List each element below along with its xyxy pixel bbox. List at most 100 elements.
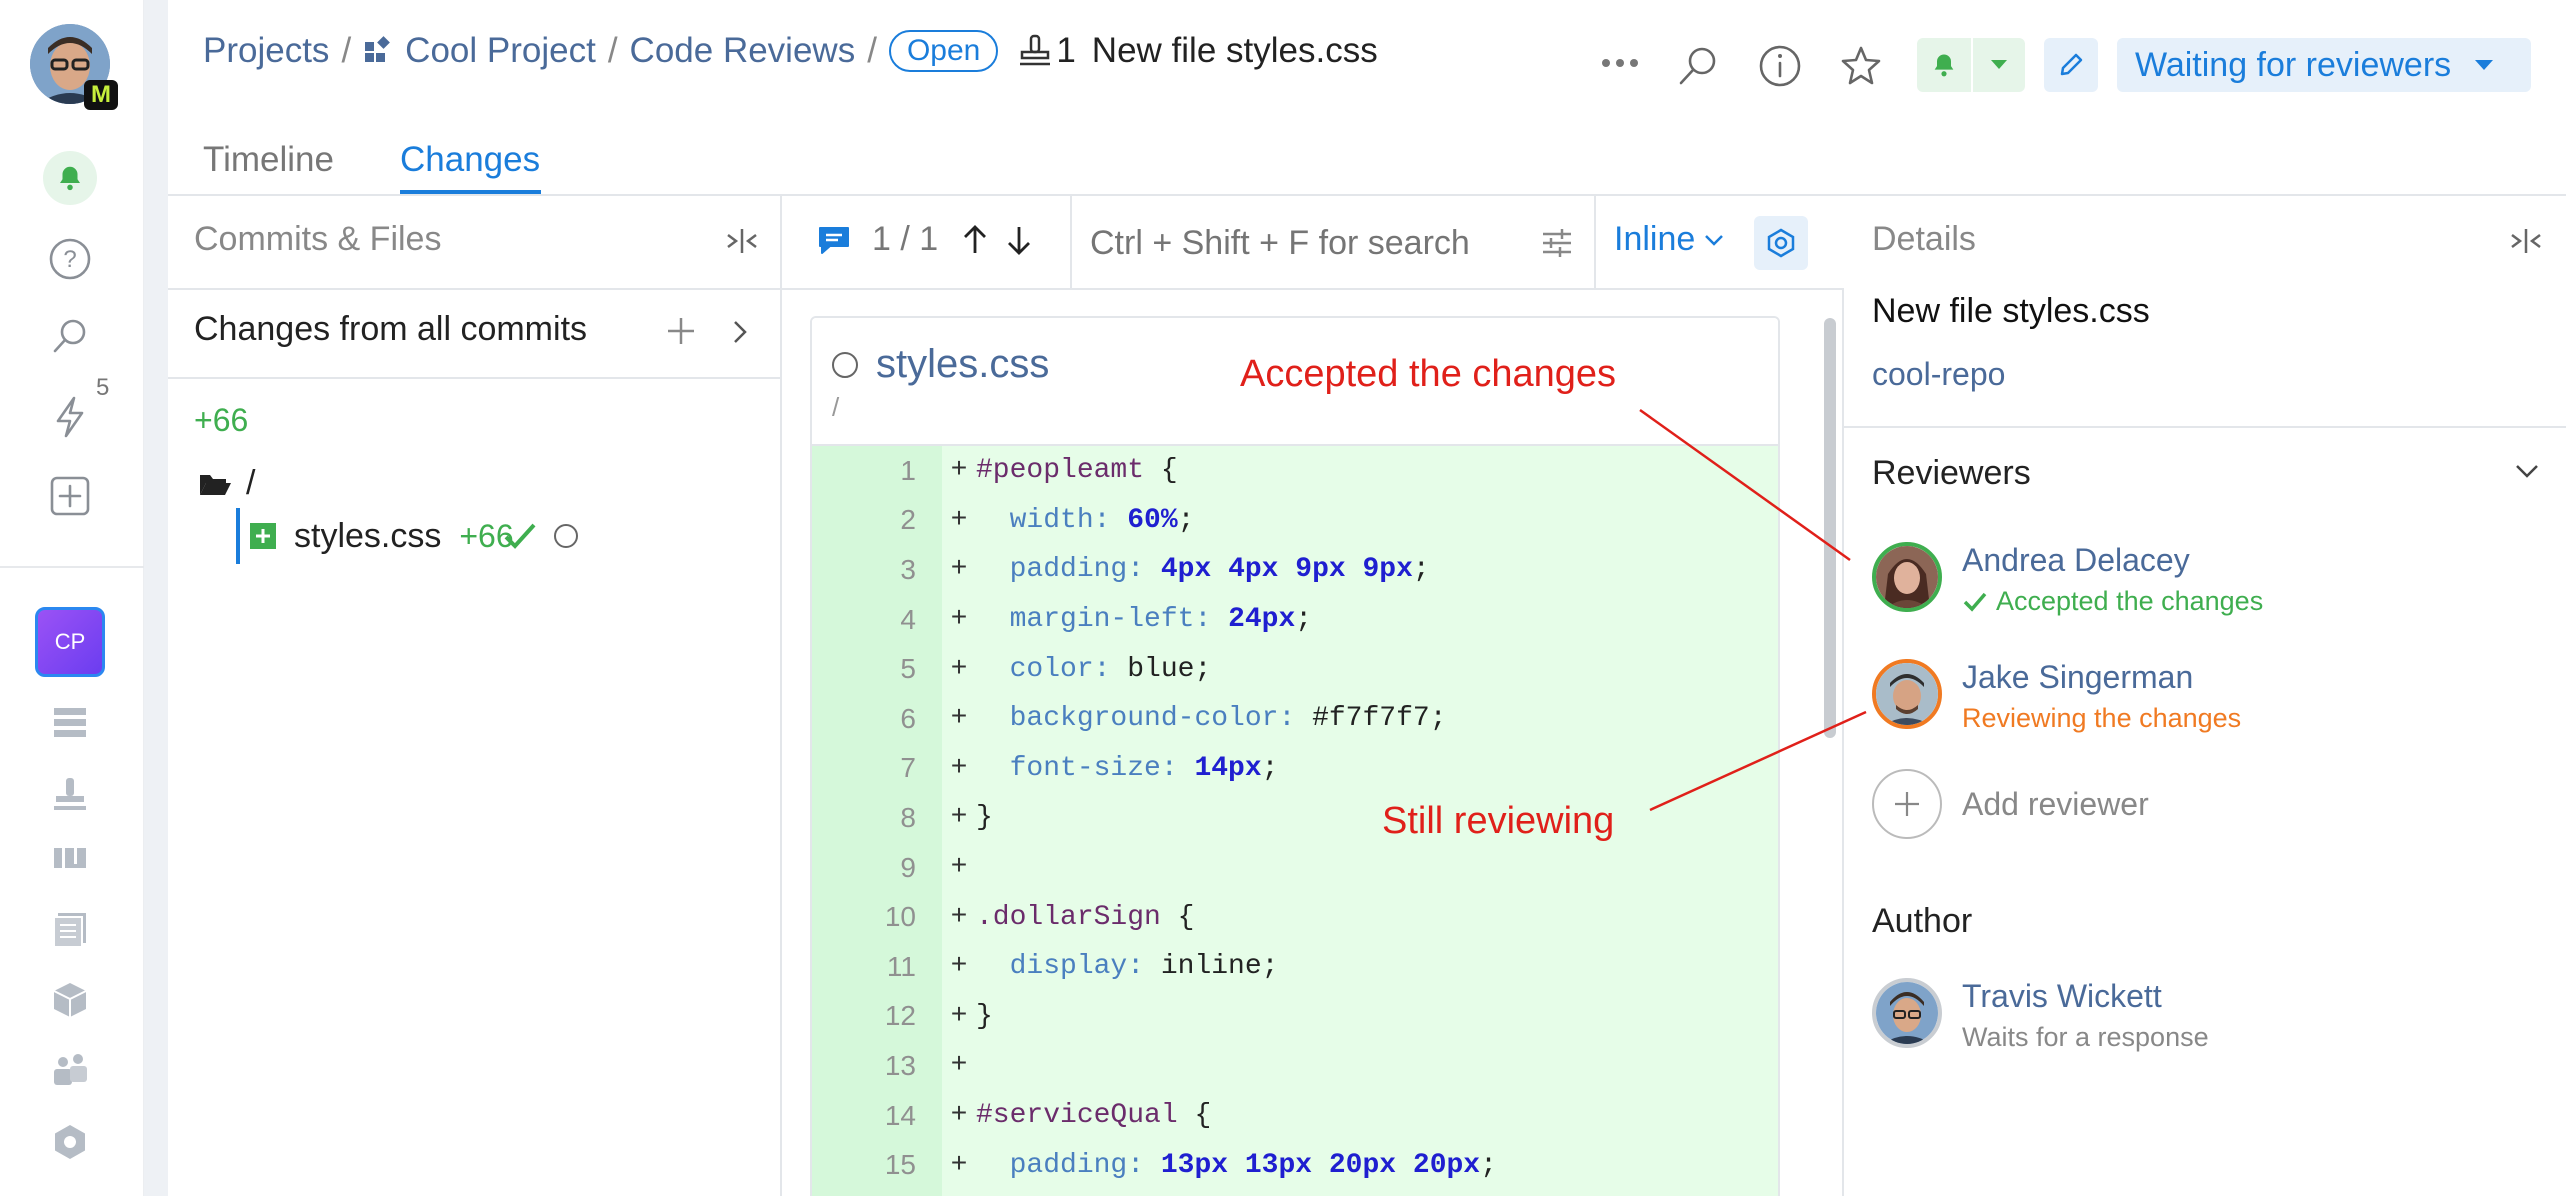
diff-line[interactable]: 13 +	[812, 1041, 1778, 1091]
status-badge: Open	[888, 30, 999, 72]
file-status-circle[interactable]	[554, 524, 578, 548]
added-marker: +	[950, 1050, 968, 1082]
edit-button[interactable]	[2044, 38, 2098, 92]
changes-from-all-commits[interactable]: Changes from all commits	[194, 310, 587, 349]
reviewers-collapse-button[interactable]	[2514, 462, 2540, 485]
diff-line[interactable]: 14 + #serviceQual {	[812, 1091, 1778, 1141]
diff-scrollbar[interactable]	[1824, 318, 1836, 738]
added-marker: +	[950, 951, 968, 983]
folder-open-icon	[200, 474, 231, 495]
collapse-panel-button[interactable]	[724, 226, 760, 261]
file-review-status-circle[interactable]	[832, 352, 858, 378]
breadcrumb-project[interactable]: Cool Project	[405, 31, 596, 71]
nav-packages[interactable]	[38, 968, 102, 1032]
breadcrumb-projects[interactable]: Projects	[203, 31, 329, 71]
diff-content: styles.css / 1 + #peopleamt {2 + width: 60%…	[782, 290, 1844, 1196]
nav-repositories[interactable]	[38, 690, 102, 754]
add-reviewer-label: Add reviewer	[1962, 785, 2149, 822]
nav-boards[interactable]	[38, 828, 102, 892]
diff-line[interactable]: 3 + padding: 4px 4px 9px 9px;	[812, 545, 1778, 595]
chevron-right-icon	[734, 321, 747, 343]
add-commit-button[interactable]	[664, 314, 698, 353]
folder-row[interactable]: /	[198, 464, 255, 503]
file-row[interactable]: styles.css +66	[236, 508, 776, 564]
line-code: margin-left: 24px;	[1009, 604, 1313, 636]
create-button[interactable]	[38, 464, 102, 528]
breadcrumb-separator: /	[341, 31, 352, 70]
diff-line[interactable]: 1 + #peopleamt {	[812, 446, 1778, 496]
review-number: 1	[1056, 31, 1076, 70]
avatar	[1872, 659, 1942, 729]
arrow-up-icon[interactable]	[960, 223, 990, 257]
reviewer-row[interactable]: Andrea Delacey Accepted the changes	[1872, 542, 2532, 626]
added-marker: +	[950, 1000, 968, 1032]
reviewer-status-text: Accepted the changes	[1996, 586, 2264, 616]
reviewer-name[interactable]: Andrea Delacey	[1962, 542, 2190, 579]
search-button[interactable]	[38, 304, 102, 368]
nav-divider	[0, 566, 144, 568]
line-code: padding: 13px 13px 20px 20px;	[1009, 1149, 1497, 1181]
author-status: Waits for a response	[1962, 1022, 2209, 1052]
breadcrumb-code-reviews[interactable]: Code Reviews	[630, 31, 856, 71]
review-state-dropdown[interactable]: Waiting for reviewers	[2117, 38, 2531, 92]
author-row[interactable]: Travis Wickett Waits for a response	[1872, 978, 2532, 1062]
diff-settings-button[interactable]	[1754, 216, 1808, 270]
nav-splitter[interactable]	[144, 0, 168, 1196]
diff-line[interactable]: 2 + width: 60%;	[812, 496, 1778, 546]
add-reviewer-button[interactable]: Add reviewer	[1872, 769, 2149, 839]
diff-line[interactable]: 15 + padding: 13px 13px 20px 20px;	[812, 1140, 1778, 1190]
collapse-details-button[interactable]	[2508, 226, 2544, 261]
star-button[interactable]	[1839, 44, 1883, 93]
breadcrumb: Projects / Cool Project / Code Reviews /…	[203, 30, 1378, 72]
comment-navigation: 1 / 1	[816, 220, 1034, 259]
project-avatar[interactable]: CP	[35, 607, 105, 677]
line-code: #peopleamt {	[976, 455, 1178, 487]
diff-line[interactable]: 10 + .dollarSign {	[812, 892, 1778, 942]
search-options-button[interactable]	[1540, 226, 1574, 265]
notifications-button[interactable]	[38, 146, 102, 210]
help-button[interactable]: ?	[38, 227, 102, 291]
diff-line[interactable]: 5 + color: blue;	[812, 644, 1778, 694]
automation-button[interactable]	[38, 385, 102, 449]
added-marker: +	[950, 802, 968, 834]
line-code: display: inline;	[1009, 951, 1279, 983]
diff-line[interactable]: 9 +	[812, 843, 1778, 893]
nav-documents[interactable]	[38, 897, 102, 961]
repository-link[interactable]: cool-repo	[1872, 356, 2005, 393]
author-name[interactable]: Travis Wickett	[1962, 978, 2162, 1015]
info-button[interactable]	[1758, 44, 1802, 93]
line-code: color: blue;	[1009, 653, 1212, 685]
added-marker: +	[950, 1149, 968, 1181]
review-stamp-icon	[1020, 34, 1051, 66]
view-mode-dropdown[interactable]: Inline	[1614, 220, 1725, 259]
svg-text:?: ?	[63, 246, 76, 273]
reviewer-row[interactable]: Jake Singerman Reviewing the changes	[1872, 659, 2532, 743]
line-number: 9	[900, 851, 916, 883]
line-number: 8	[900, 801, 916, 833]
nav-reviews[interactable]	[38, 762, 102, 826]
diff-line[interactable]: 11 + display: inline;	[812, 942, 1778, 992]
diff-search-input[interactable]	[1090, 220, 1510, 266]
diff-line[interactable]: 12 +}	[812, 992, 1778, 1042]
tab-timeline[interactable]: Timeline	[203, 140, 334, 180]
nav-team[interactable]	[38, 1038, 102, 1102]
header-search-button[interactable]	[1676, 44, 1720, 93]
select-commits-button[interactable]	[730, 318, 750, 351]
nav-settings[interactable]	[38, 1110, 102, 1174]
gear-icon	[1767, 228, 1795, 258]
diff-line[interactable]: 6 + background-color: #f7f7f7;	[812, 694, 1778, 744]
notification-subscription-button[interactable]	[1917, 38, 2025, 92]
tab-changes[interactable]: Changes	[400, 140, 540, 180]
more-options-button[interactable]	[1598, 46, 1642, 80]
diff-line[interactable]: 8 +}	[812, 793, 1778, 843]
chevron-down-icon[interactable]	[1973, 58, 2025, 72]
arrow-down-icon[interactable]	[1004, 223, 1034, 257]
diff-line[interactable]: 7 + font-size: 14px;	[812, 744, 1778, 794]
bell-icon	[1917, 51, 1971, 79]
diff-file-name[interactable]: styles.css	[876, 342, 1049, 387]
diff-line[interactable]: 4 + margin-left: 24px;	[812, 595, 1778, 645]
added-marker: +	[950, 1100, 968, 1132]
diff-file-path: /	[832, 392, 840, 422]
reviewer-name[interactable]: Jake Singerman	[1962, 659, 2193, 696]
changes-divider	[168, 377, 780, 379]
